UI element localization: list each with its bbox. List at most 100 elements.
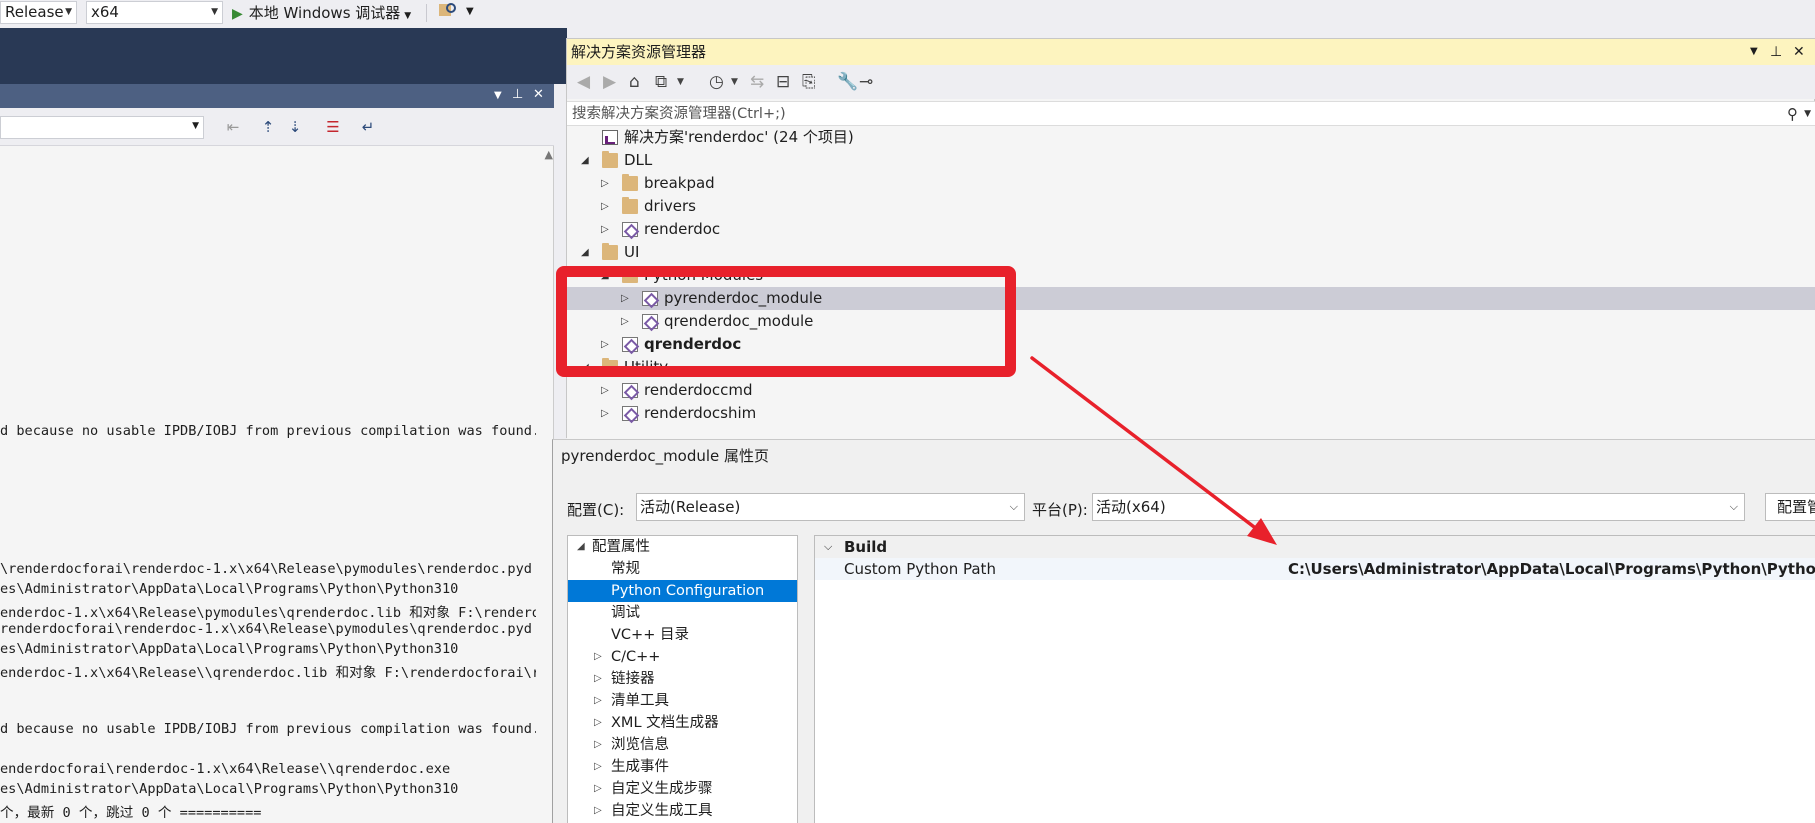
solution-configuration-value: Release — [5, 3, 64, 21]
property-category-label: 链接器 — [611, 671, 655, 687]
play-icon: ▶ — [232, 6, 243, 22]
collapse-icon[interactable]: ◢ — [581, 241, 589, 264]
property-category-label: 浏览信息 — [611, 737, 669, 753]
property-category-item[interactable]: ▷ 清单工具 — [568, 690, 797, 712]
chevron-down-icon: ▼ — [192, 121, 199, 131]
start-debugging-button[interactable]: ▶ 本地 Windows 调试器 ▼ — [232, 2, 411, 24]
forward-icon[interactable]: ▶ — [603, 72, 616, 92]
expand-icon[interactable]: ▷ — [594, 756, 602, 778]
property-row[interactable]: Custom Python Path C:\Users\Administrato… — [815, 558, 1815, 580]
property-category-item[interactable]: Python Configuration — [568, 580, 797, 602]
expand-icon[interactable]: ▷ — [594, 668, 602, 690]
output-window: ▼ ⊥ ✕ ▼ ⇤ ⇡ ⇣ ☰ ↵ d because no usable IP… — [0, 84, 554, 823]
back-icon[interactable]: ◀ — [577, 72, 590, 92]
chevron-down-icon[interactable]: ▼ — [731, 72, 738, 92]
property-category-item[interactable]: ▷ XML 文档生成器 — [568, 712, 797, 734]
property-name: Custom Python Path — [844, 560, 996, 578]
window-position-icon[interactable]: ▼ — [494, 90, 502, 101]
tree-item[interactable]: ▷ breakpad — [567, 172, 1815, 195]
property-category-item[interactable]: ▷ C/C++ — [568, 646, 797, 668]
configuration-value: 活动(Release) — [640, 498, 741, 516]
tree-item-label: breakpad — [644, 174, 715, 192]
chevron-down-icon[interactable]: ▼ — [677, 72, 684, 92]
property-category-item[interactable]: ▷ 自定义生成步骤 — [568, 778, 797, 800]
tree-item[interactable]: 解决方案'renderdoc' (24 个项目) — [567, 126, 1815, 149]
chevron-down-icon: ⌵ — [1729, 500, 1738, 513]
property-category-item[interactable]: ▷ 自定义生成工具 — [568, 800, 797, 822]
output-source-select[interactable]: ▼ — [0, 116, 204, 139]
properties-icon[interactable]: 🔧 — [837, 72, 858, 92]
expand-icon[interactable]: ▷ — [594, 712, 602, 734]
output-line: es\Administrator\AppData\Local\Programs\… — [0, 581, 459, 597]
home-icon[interactable]: ⌂ — [629, 72, 640, 92]
collapse-icon[interactable]: ◢ — [581, 149, 589, 172]
pin-icon[interactable]: ⊥ — [1770, 39, 1782, 65]
property-category-label: 自定义生成步骤 — [611, 781, 713, 797]
expand-icon[interactable]: ▷ — [601, 195, 609, 218]
toolbar-separator — [426, 4, 427, 22]
property-category-item[interactable]: 调试 — [568, 602, 797, 624]
toolbar-overflow-icon[interactable]: ▼ — [466, 6, 474, 17]
tree-item[interactable]: ▷ renderdoccmd — [567, 379, 1815, 402]
previous-message-icon[interactable]: ⇡ — [258, 117, 278, 137]
expand-icon[interactable]: ▷ — [601, 402, 609, 425]
solution-platform-combo[interactable]: x64 ▼ — [86, 1, 223, 24]
property-category-header[interactable]: ⌵ Build — [815, 536, 1815, 558]
platform-select[interactable]: 活动(x64) ⌵ — [1092, 493, 1745, 521]
property-category-item[interactable]: ▷ 链接器 — [568, 668, 797, 690]
scroll-up-icon[interactable]: ▲ — [545, 148, 553, 161]
tree-item[interactable]: ▷ renderdoc — [567, 218, 1815, 241]
show-all-files-icon[interactable]: ⎘ — [802, 72, 816, 92]
tree-item[interactable]: ◢ UI — [567, 241, 1815, 264]
chevron-down-icon: ▼ — [404, 11, 412, 21]
clear-all-icon[interactable]: ☰ — [323, 117, 343, 137]
expand-icon[interactable]: ▷ — [594, 734, 602, 756]
property-category-item[interactable]: ▷ 生成事件 — [568, 756, 797, 778]
close-icon[interactable]: ✕ — [533, 87, 544, 102]
expand-icon[interactable]: ▷ — [601, 218, 609, 241]
preview-icon[interactable]: ⊸ — [859, 72, 873, 92]
property-category-item[interactable]: 常规 — [568, 558, 797, 580]
output-line: enderdocforai\renderdoc-1.x\x64\Release\… — [0, 761, 451, 777]
property-category-label: XML 文档生成器 — [611, 715, 719, 731]
go-to-location-icon[interactable]: ⇤ — [223, 117, 243, 137]
output-window-title-bar: ▼ ⊥ ✕ — [0, 84, 554, 108]
expand-icon[interactable]: ▷ — [594, 690, 602, 712]
configuration-select[interactable]: 活动(Release) ⌵ — [636, 493, 1025, 521]
switch-views-icon[interactable]: ⧉ — [655, 72, 667, 92]
expand-icon[interactable]: ▷ — [594, 778, 602, 800]
property-category-item[interactable]: ▷ 浏览信息 — [568, 734, 797, 756]
tree-item-label: renderdoc — [644, 220, 721, 238]
solution-explorer-search-input[interactable]: 搜索解决方案资源管理器(Ctrl+;) ⚲ ▼ — [567, 101, 1815, 126]
close-icon[interactable]: ✕ — [1793, 39, 1805, 65]
next-message-icon[interactable]: ⇣ — [285, 117, 305, 137]
chevron-down-icon: ▼ — [65, 7, 72, 17]
tree-item[interactable]: ▷ renderdocshim — [567, 402, 1815, 425]
tree-item[interactable]: ◢ DLL — [567, 149, 1815, 172]
expand-icon[interactable]: ▷ — [601, 172, 609, 195]
search-icon[interactable]: ⚲ — [1787, 102, 1798, 126]
property-category-item[interactable]: ◢ 配置属性 — [568, 536, 797, 558]
document-area-header — [0, 28, 567, 84]
property-category-item[interactable]: VC++ 目录 — [568, 624, 797, 646]
output-line: es\Administrator\AppData\Local\Programs\… — [0, 641, 459, 657]
property-category-label: 自定义生成工具 — [611, 803, 713, 819]
expand-icon[interactable]: ▷ — [601, 379, 609, 402]
sync-icon[interactable]: ⇆ — [750, 72, 764, 92]
pin-icon[interactable]: ⊥ — [512, 87, 523, 102]
solution-configuration-combo[interactable]: Release ▼ — [0, 1, 77, 24]
pending-changes-filter-icon[interactable]: ◷ — [709, 72, 724, 92]
expand-icon[interactable]: ▷ — [594, 800, 602, 822]
word-wrap-icon[interactable]: ↵ — [358, 117, 378, 137]
find-icon — [439, 3, 456, 16]
property-value[interactable]: C:\Users\Administrator\AppData\Local\Pro… — [1288, 558, 1815, 580]
chevron-down-icon[interactable]: ▼ — [1804, 102, 1811, 126]
expand-icon[interactable]: ▷ — [594, 646, 602, 668]
find-in-files-button[interactable] — [436, 1, 458, 23]
output-text-area[interactable]: d because no usable IPDB/IOBJ from previ… — [0, 146, 536, 823]
configuration-manager-button[interactable]: 配置管理器 — [1765, 493, 1815, 521]
tree-item[interactable]: ▷ drivers — [567, 195, 1815, 218]
window-position-icon[interactable]: ▼ — [1750, 39, 1758, 65]
collapse-icon[interactable]: ◢ — [577, 536, 585, 558]
collapse-all-icon[interactable]: ⊟ — [776, 72, 790, 92]
